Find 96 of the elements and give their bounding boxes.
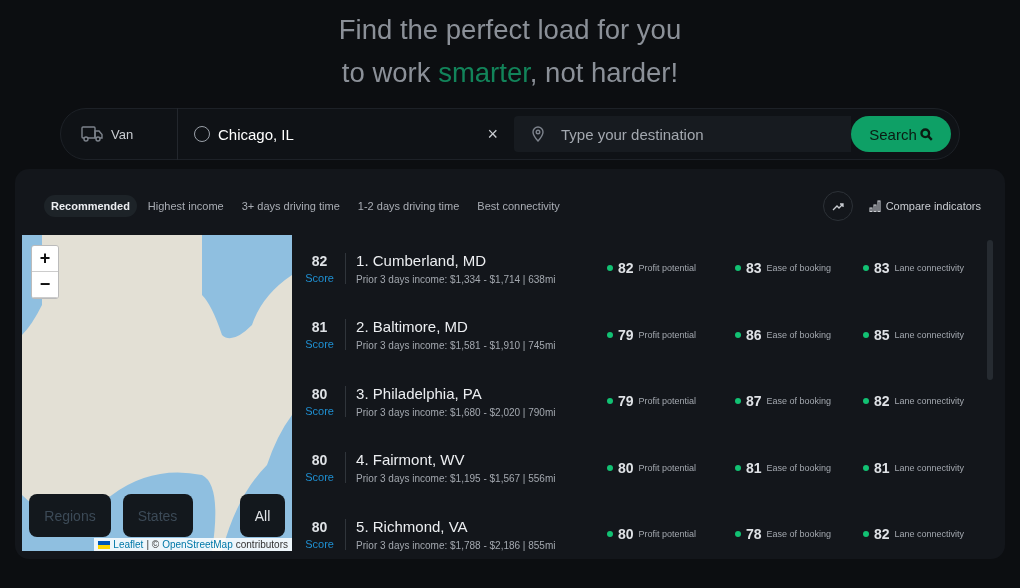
income-detail: Prior 3 days income: $1,195 - $1,567 | 556mi — [356, 473, 557, 485]
result-row[interactable]: 80 Score 4. Fairmont, WV Prior 3 days income: $1,195 - $1,567 | 556mi 80 Profit potential 81 Ease of booking 81 Lane connectivity — [298, 434, 983, 501]
zoom-in-button[interactable]: + — [32, 246, 58, 272]
metric-value: 82 — [874, 393, 890, 410]
metric-label: Ease of booking — [766, 329, 832, 340]
score-value: 80 — [311, 452, 328, 469]
filter-tab[interactable]: Highest income — [140, 195, 231, 217]
metric-value: 79 — [618, 393, 634, 410]
score-label: Score — [305, 404, 334, 417]
metric-label: Profit potential — [638, 263, 697, 274]
income-detail: Prior 3 days income: $1,581 - $1,910 | 745mi — [356, 340, 557, 352]
destination-title: 3. Philadelphia, PA — [356, 384, 483, 402]
score-label: Score — [305, 471, 334, 484]
destination-title: 1. Cumberland, MD — [356, 251, 488, 269]
status-dot — [607, 398, 613, 405]
destination-title: 2. Baltimore, MD — [356, 318, 469, 336]
bar-chart-icon — [868, 200, 882, 212]
zoom-out-button[interactable]: − — [32, 272, 58, 298]
metric-value: 86 — [746, 326, 762, 343]
map-filter-button[interactable]: All — [240, 494, 285, 537]
income-detail: Prior 3 days income: $1,334 - $1,714 | 638mi — [356, 273, 557, 285]
metric-label: Profit potential — [638, 529, 697, 540]
metric-value: 80 — [618, 459, 634, 476]
metric-label: Ease of booking — [766, 263, 832, 274]
metric-label: Lane connectivity — [894, 263, 965, 274]
status-dot — [735, 331, 741, 338]
score-label: Score — [305, 537, 334, 550]
metric-value: 81 — [874, 459, 890, 476]
metric-value: 79 — [618, 326, 634, 343]
status-dot — [735, 265, 741, 272]
metric-label: Ease of booking — [766, 396, 832, 407]
status-dot — [863, 531, 869, 538]
metric-value: 82 — [874, 526, 890, 543]
filter-tab[interactable]: Recommended — [44, 195, 137, 217]
status-dot — [607, 531, 613, 538]
metric-value: 87 — [746, 393, 762, 410]
status-dot — [863, 331, 869, 338]
leaflet-link[interactable]: Leaflet — [113, 539, 144, 550]
openstreetmap-link[interactable]: OpenStreetMap — [162, 539, 233, 550]
search-icon — [919, 127, 933, 141]
metric-value: 78 — [746, 526, 762, 543]
metric-value: 80 — [618, 526, 634, 543]
metric-label: Profit potential — [638, 329, 697, 340]
destination-title: 4. Fairmont, WV — [356, 451, 466, 469]
compare-indicators-button[interactable]: Compare indicators — [868, 200, 981, 212]
filter-tab[interactable]: 3+ days driving time — [234, 195, 347, 217]
status-dot — [607, 331, 613, 338]
status-dot — [735, 464, 741, 471]
attribution-text: contributors — [235, 539, 288, 550]
status-dot — [735, 531, 741, 538]
metric-value: 83 — [746, 260, 762, 277]
score-value: 81 — [311, 319, 328, 336]
attribution-text: | © — [146, 539, 160, 550]
status-dot — [607, 265, 613, 272]
status-dot — [607, 464, 613, 471]
equipment-selector[interactable]: Van — [81, 108, 178, 160]
metric-label: Lane connectivity — [894, 529, 965, 540]
destination-field[interactable]: Type your destination — [514, 116, 851, 152]
status-dot — [863, 464, 869, 471]
result-row[interactable]: 82 Score 1. Cumberland, MD Prior 3 days income: $1,334 - $1,714 | 638mi 82 Profit potential 83 Ease of booking 83 Lane connectivity — [298, 235, 983, 302]
score-label: Score — [305, 271, 334, 284]
metric-label: Profit potential — [638, 462, 697, 473]
metric-value: 82 — [618, 260, 634, 277]
metric-label: Ease of booking — [766, 529, 832, 540]
headline-text: to work — [341, 57, 432, 88]
metric-value: 83 — [874, 260, 890, 277]
origin-field[interactable]: Chicago, IL × — [178, 116, 514, 152]
headline-text: smarter — [438, 57, 530, 88]
search-button[interactable]: Search — [851, 116, 951, 152]
metric-label: Lane connectivity — [894, 396, 965, 407]
result-row[interactable]: 80 Score 3. Philadelphia, PA Prior 3 days income: $1,680 - $2,020 | 790mi 79 Profit potential 87 Ease of booking 82 Lane connectivity — [298, 368, 983, 435]
flag-icon — [98, 540, 111, 549]
filter-tab[interactable]: Best connectivity — [470, 195, 567, 217]
filter-tab[interactable]: 1-2 days driving time — [350, 195, 467, 217]
income-detail: Prior 3 days income: $1,788 - $2,186 | 855mi — [356, 539, 557, 551]
metric-label: Profit potential — [638, 396, 697, 407]
headline: Find the perfect load for you — [338, 14, 682, 45]
result-row[interactable]: 81 Score 2. Baltimore, MD Prior 3 days income: $1,581 - $1,910 | 745mi 79 Profit potential 86 Ease of booking 85 Lane connectivity — [298, 301, 983, 368]
metric-value: 85 — [874, 326, 890, 343]
truck-icon — [81, 126, 103, 142]
result-row[interactable]: 80 Score 5. Richmond, VA Prior 3 days income: $1,788 - $2,186 | 855mi 80 Profit potential 78 Ease of booking 82 Lane connectivity — [298, 501, 983, 551]
trend-icon — [831, 201, 844, 211]
metric-label: Ease of booking — [766, 462, 832, 473]
score-label: Score — [305, 338, 334, 351]
metric-label: Lane connectivity — [894, 329, 965, 340]
score-value: 82 — [311, 252, 328, 269]
score-value: 80 — [311, 518, 328, 535]
score-value: 80 — [311, 385, 328, 402]
income-detail: Prior 3 days income: $1,680 - $2,020 | 790mi — [356, 406, 557, 418]
status-dot — [863, 265, 869, 272]
clear-button[interactable]: × — [487, 123, 498, 145]
destination-title: 5. Richmond, VA — [356, 517, 469, 535]
metric-label: Lane connectivity — [894, 462, 965, 473]
status-dot — [863, 398, 869, 405]
status-dot — [735, 398, 741, 405]
metric-value: 81 — [746, 459, 762, 476]
